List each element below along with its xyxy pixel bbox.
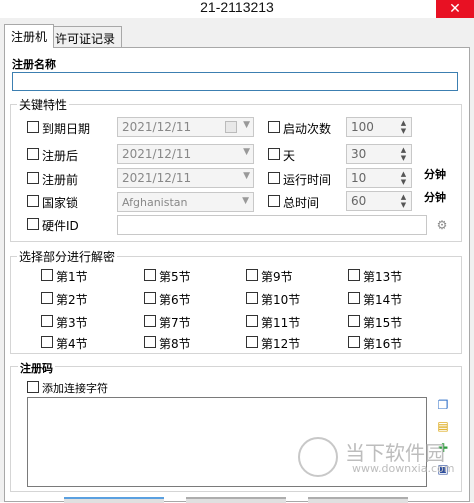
days-spinner[interactable]: 30 ▲ ▼ (346, 144, 412, 164)
watermark-logo-icon (298, 437, 338, 477)
after-reg-label: 注册后 (42, 149, 79, 163)
run-time-value: 10 (351, 171, 367, 185)
key-props-title: 关键特性 (17, 96, 70, 113)
total-time-unit: 分钟 (424, 191, 446, 204)
close-button[interactable]: ✕ (436, 0, 474, 18)
run-time-unit: 分钟 (424, 168, 446, 181)
before-reg-picker[interactable]: 2021/12/11 ▼ (117, 168, 254, 188)
after-reg-value: 2021/12/11 (122, 147, 192, 161)
section-label: 第11节 (261, 316, 301, 330)
run-time-checkbox[interactable] (268, 172, 280, 184)
days-value: 30 (351, 147, 367, 161)
total-time-checkbox[interactable] (268, 195, 280, 207)
sections-title: 选择部分进行解密 (17, 248, 118, 265)
bottom-button-1[interactable] (64, 497, 164, 503)
bottom-button-3[interactable] (308, 497, 408, 503)
section-label: 第5节 (159, 270, 191, 284)
total-time-value: 60 (351, 194, 367, 208)
total-time-label: 总时间 (283, 196, 320, 210)
add-separator-checkbox[interactable] (27, 381, 39, 393)
country-lock-checkbox[interactable] (27, 195, 39, 207)
expire-date-value: 2021/12/11 (122, 120, 192, 134)
section-label: 第8节 (159, 337, 191, 351)
launch-count-value: 100 (351, 120, 374, 134)
section-checkbox[interactable] (41, 315, 53, 327)
section-checkbox[interactable] (144, 292, 156, 304)
launch-count-label: 启动次数 (283, 122, 332, 136)
section-checkbox[interactable] (246, 292, 258, 304)
country-select[interactable]: Afghanistan ▼ (117, 192, 254, 212)
before-reg-value: 2021/12/11 (122, 171, 192, 185)
section-label: 第10节 (261, 293, 301, 307)
section-label: 第7节 (159, 316, 191, 330)
country-value: Afghanistan (122, 196, 188, 209)
section-label: 第16节 (363, 337, 403, 351)
chevron-down-icon[interactable]: ▼ (243, 171, 250, 181)
days-checkbox[interactable] (268, 148, 280, 160)
section-checkbox[interactable] (41, 336, 53, 348)
section-label: 第6节 (159, 293, 191, 307)
reg-name-label: 注册名称 (12, 58, 56, 71)
watermark-url: www.downxia.com (352, 462, 455, 475)
bottom-button-2[interactable] (186, 497, 286, 503)
section-checkbox[interactable] (246, 315, 258, 327)
calendar-icon[interactable] (225, 121, 237, 133)
after-reg-checkbox[interactable] (27, 148, 39, 160)
section-label: 第2节 (56, 293, 88, 307)
tab-keygen[interactable]: 注册机 (4, 24, 55, 48)
section-checkbox[interactable] (144, 315, 156, 327)
spinner-arrows-icon[interactable]: ▲ ▼ (398, 170, 409, 186)
section-checkbox[interactable] (246, 269, 258, 281)
expire-date-checkbox[interactable] (27, 121, 39, 133)
title-bar: 21-2113213 ✕ (0, 0, 474, 18)
section-checkbox[interactable] (144, 269, 156, 281)
total-time-spinner[interactable]: 60 ▲ ▼ (346, 191, 412, 211)
section-checkbox[interactable] (246, 336, 258, 348)
spinner-arrows-icon[interactable]: ▲ ▼ (398, 193, 409, 209)
days-label: 天 (283, 149, 296, 163)
section-label: 第12节 (261, 337, 301, 351)
section-label: 第14节 (363, 293, 403, 307)
chevron-down-icon[interactable]: ▼ (243, 120, 250, 130)
section-label: 第3节 (56, 316, 88, 330)
section-checkbox[interactable] (348, 292, 360, 304)
chevron-down-icon[interactable]: ▼ (242, 196, 249, 206)
hardware-id-checkbox[interactable] (27, 218, 39, 230)
section-label: 第9节 (261, 270, 293, 284)
run-time-label: 运行时间 (283, 173, 332, 187)
add-separator-label: 添加连接字符 (42, 382, 108, 395)
section-checkbox[interactable] (144, 336, 156, 348)
hardware-id-label: 硬件ID (42, 219, 79, 233)
window-title: 21-2113213 (200, 0, 274, 15)
expire-date-label: 到期日期 (42, 122, 91, 136)
copy-icon[interactable]: ❐ (435, 397, 451, 413)
section-label: 第1节 (56, 270, 88, 284)
reg-name-input[interactable] (12, 72, 458, 91)
section-label: 第15节 (363, 316, 403, 330)
run-time-spinner[interactable]: 10 ▲ ▼ (346, 168, 412, 188)
hardware-id-input[interactable] (117, 215, 427, 235)
spinner-arrows-icon[interactable]: ▲ ▼ (398, 146, 409, 162)
section-checkbox[interactable] (41, 269, 53, 281)
country-lock-label: 国家锁 (42, 196, 79, 210)
chevron-down-icon[interactable]: ▼ (243, 147, 250, 157)
paste-icon[interactable]: ▤ (435, 418, 451, 434)
before-reg-label: 注册前 (42, 173, 79, 187)
hardware-read-icon[interactable]: ⚙ (434, 217, 450, 233)
reg-code-label: 注册码 (18, 360, 55, 376)
section-label: 第4节 (56, 337, 88, 351)
section-checkbox[interactable] (348, 336, 360, 348)
section-checkbox[interactable] (41, 292, 53, 304)
tab-license-records[interactable]: 许可证记录 (48, 26, 123, 48)
launch-count-checkbox[interactable] (268, 121, 280, 133)
section-checkbox[interactable] (348, 315, 360, 327)
expire-date-picker[interactable]: 2021/12/11 ▼ (117, 117, 254, 137)
after-reg-picker[interactable]: 2021/12/11 ▼ (117, 144, 254, 164)
section-label: 第13节 (363, 270, 403, 284)
spinner-arrows-icon[interactable]: ▲ ▼ (398, 119, 409, 135)
before-reg-checkbox[interactable] (27, 172, 39, 184)
launch-count-spinner[interactable]: 100 ▲ ▼ (346, 117, 412, 137)
section-checkbox[interactable] (348, 269, 360, 281)
